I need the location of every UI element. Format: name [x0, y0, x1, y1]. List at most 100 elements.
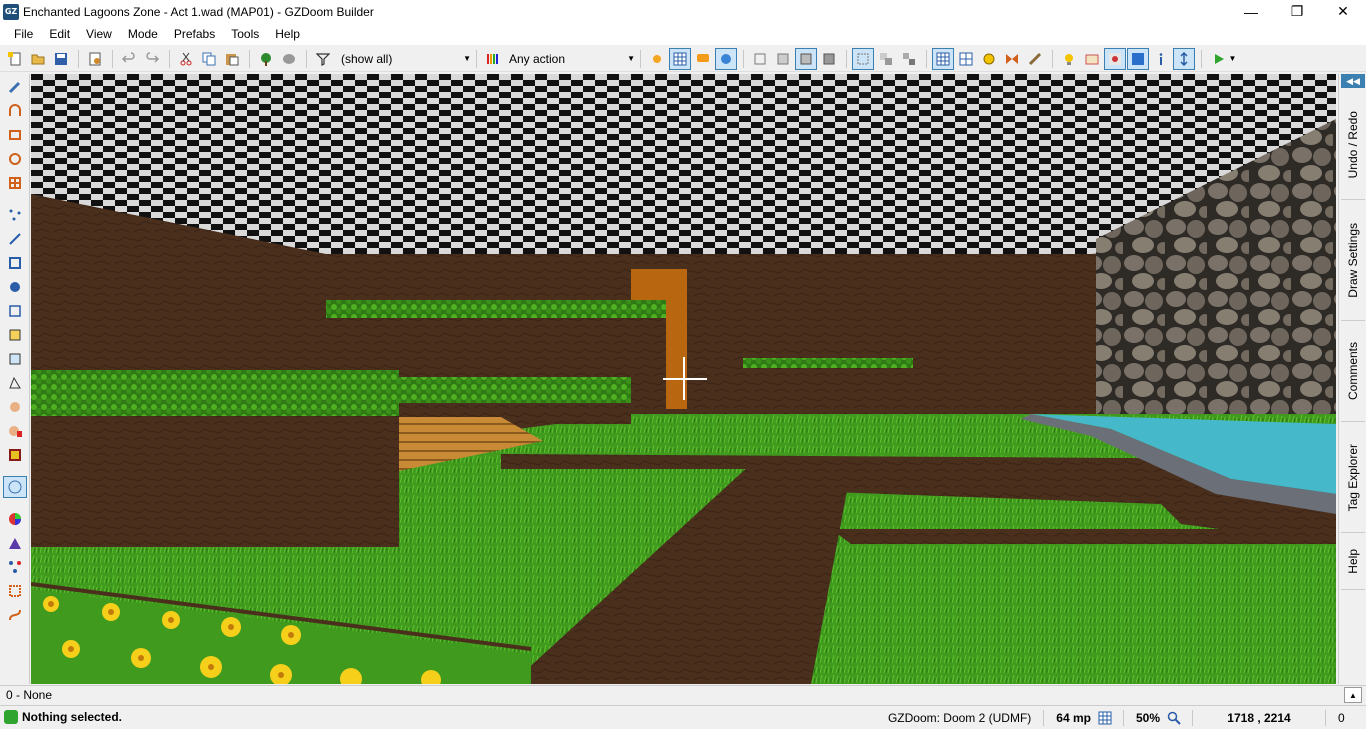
open-map-button[interactable] [27, 48, 49, 70]
tab-tag-explorer[interactable]: Tag Explorer [1341, 423, 1365, 533]
ungroup-icon [903, 52, 915, 65]
vertical-arrows-icon [1180, 51, 1188, 66]
fullbright-button[interactable] [646, 48, 668, 70]
things-mode-button[interactable] [3, 276, 27, 298]
ungroup-button[interactable] [898, 48, 920, 70]
menu-view[interactable]: View [78, 27, 120, 41]
hedge-left [31, 370, 399, 416]
docker-collapse-button[interactable]: ◀◀ [1341, 74, 1365, 88]
menu-file[interactable]: File [6, 27, 41, 41]
tree-icon [261, 52, 271, 66]
tab-comments[interactable]: Comments [1341, 322, 1365, 422]
auto-merge-button[interactable] [955, 48, 977, 70]
comments-button[interactable] [692, 48, 714, 70]
toolbar-separator [78, 49, 79, 68]
visual-mode-viewport[interactable] [31, 74, 1336, 684]
lights-button[interactable] [1058, 48, 1080, 70]
paste-button[interactable] [221, 48, 243, 70]
sky-icon [1132, 52, 1144, 65]
select-button[interactable] [852, 47, 874, 70]
linedefs-mode-button[interactable] [3, 228, 27, 250]
map-options-button[interactable] [84, 48, 106, 70]
insert-previous-prefab-button[interactable] [278, 48, 300, 70]
linedef-color-preset-button[interactable] [482, 48, 504, 70]
visual-mode-button[interactable] [3, 476, 27, 498]
minimize-button[interactable]: — [1228, 0, 1274, 23]
draw-rectangle-mode-button[interactable] [3, 124, 27, 146]
maximize-button[interactable]: ❐ [1274, 0, 1320, 23]
redo-button[interactable] [141, 48, 163, 70]
sound-zone-button[interactable] [3, 420, 27, 442]
bridge-mode-button[interactable] [3, 580, 27, 602]
edit-selection-mode-button[interactable] [3, 300, 27, 322]
floor-icon [800, 53, 812, 64]
draw-grid-mode-button[interactable] [3, 172, 27, 194]
action-filter-dropdown[interactable]: Any action ▼ [509, 48, 635, 70]
terrain-button[interactable] [3, 532, 27, 554]
menu-mode[interactable]: Mode [120, 27, 166, 41]
sound-environments-button[interactable] [3, 396, 27, 418]
sound-propagation-button[interactable] [3, 348, 27, 370]
test-map-button[interactable]: ▼ [1207, 48, 1241, 70]
undo-button[interactable] [118, 48, 140, 70]
draw-ellipse-mode-button[interactable] [3, 148, 27, 170]
sound-environment-button[interactable] [3, 372, 27, 394]
script-editor-button[interactable] [1024, 48, 1046, 70]
ear-icon [9, 376, 21, 389]
view-ceiling-button[interactable] [818, 48, 840, 70]
group-button[interactable] [875, 48, 897, 70]
toolbar-separator [743, 49, 744, 68]
script-icon [1028, 52, 1042, 65]
make-sectors-mode-button[interactable] [3, 324, 27, 346]
new-file-icon [8, 51, 21, 65]
cut-button[interactable] [175, 48, 197, 70]
snap-to-grid-button[interactable] [932, 47, 954, 70]
sector-edit-icon [9, 353, 21, 365]
new-map-button[interactable] [4, 48, 26, 70]
insert-prefab-button[interactable] [255, 48, 277, 70]
curve-icon [9, 104, 21, 116]
view-floor-button[interactable] [795, 47, 817, 70]
nodes-viewer-button[interactable] [3, 556, 27, 578]
texture-browser-button[interactable] [978, 48, 1000, 70]
menu-help[interactable]: Help [267, 27, 308, 41]
tab-undo-redo-label: Undo / Redo [1346, 110, 1360, 179]
copy-button[interactable] [198, 48, 220, 70]
tab-draw-settings[interactable]: Draw Settings [1341, 201, 1365, 321]
color-picker-button[interactable] [3, 508, 27, 530]
tab-help[interactable]: Help [1341, 534, 1365, 590]
copy-icon [202, 52, 216, 65]
window-controls: — ❐ ✕ [1228, 0, 1366, 23]
vertices-mode-button[interactable] [3, 204, 27, 226]
things-filter-dropdown[interactable]: (show all) ▼ [341, 48, 471, 70]
main-toolbar: (show all) ▼ Any action ▼ ▼ [0, 46, 1366, 72]
redo-icon [146, 51, 159, 63]
menu-edit[interactable]: Edit [41, 27, 78, 41]
slope-mode-button[interactable] [3, 444, 27, 466]
close-button[interactable]: ✕ [1320, 0, 1366, 23]
view-wireframe-button[interactable] [749, 48, 771, 70]
sky-button[interactable] [1127, 47, 1149, 70]
draw-lines-mode-button[interactable] [3, 76, 27, 98]
expand-info-button[interactable]: ▲ [1344, 687, 1362, 703]
models-button[interactable] [1081, 48, 1103, 70]
status-separator [1192, 709, 1193, 726]
dynamic-lights-button[interactable] [715, 47, 737, 70]
view-brightness-button[interactable] [772, 48, 794, 70]
fog-button[interactable] [1104, 47, 1126, 70]
path-mode-button[interactable] [3, 604, 27, 626]
grid-size-button[interactable] [1097, 710, 1113, 726]
tab-undo-redo[interactable]: Undo / Redo [1341, 90, 1365, 200]
event-lines-button[interactable] [1150, 48, 1172, 70]
menu-tools[interactable]: Tools [223, 27, 267, 41]
edit-selection-icon [9, 305, 21, 317]
visual-vertices-button[interactable] [1173, 47, 1195, 70]
save-map-button[interactable] [50, 48, 72, 70]
sectors-mode-button[interactable] [3, 252, 27, 274]
menu-prefabs[interactable]: Prefabs [166, 27, 223, 41]
draw-curve-mode-button[interactable] [3, 100, 27, 122]
flip-textures-button[interactable] [1001, 48, 1023, 70]
grid-button[interactable] [669, 47, 691, 70]
zoom-button[interactable] [1166, 710, 1182, 726]
things-filter-button[interactable] [312, 48, 334, 70]
